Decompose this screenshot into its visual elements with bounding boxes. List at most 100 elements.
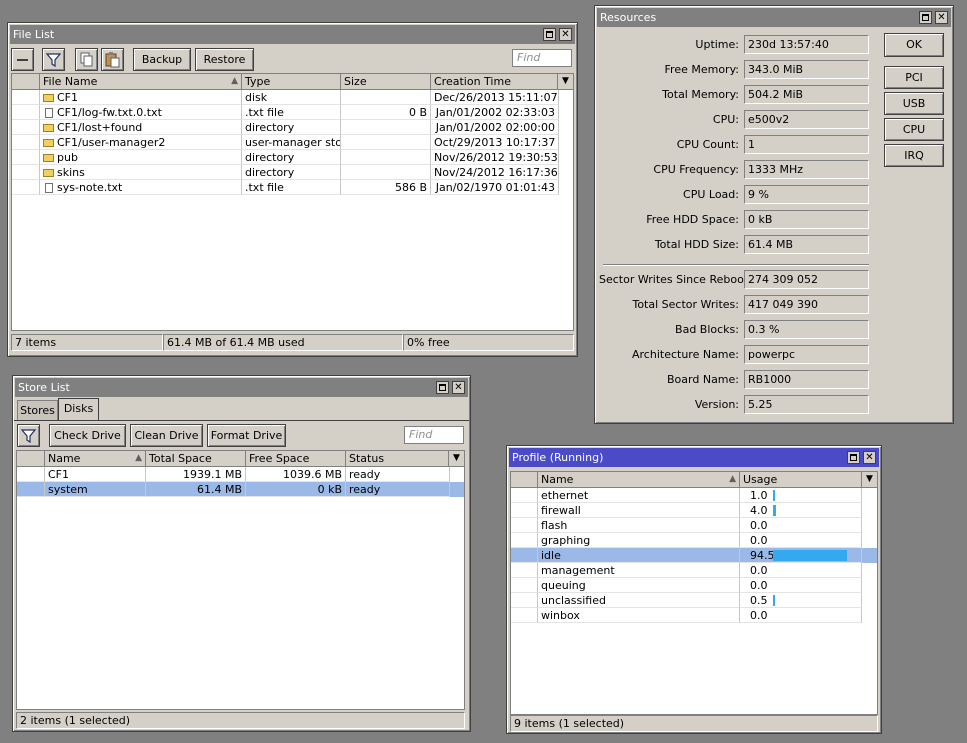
cell-type: user-manager store [242, 135, 341, 150]
cell-usage: 0.0 [740, 518, 862, 533]
remove-button[interactable] [11, 48, 34, 71]
file-list-titlebar[interactable]: File List ✕ [10, 25, 575, 44]
file-icon [45, 183, 53, 193]
close-button[interactable]: ✕ [559, 28, 572, 41]
close-icon: ✕ [454, 382, 463, 393]
cell-name: CF1 [40, 90, 242, 105]
copy-button[interactable] [75, 48, 98, 71]
table-row[interactable]: CF1/user-manager2 user-manager store Oct/2… [12, 135, 573, 150]
table-row[interactable]: firewall 4.0 [511, 503, 877, 518]
file-find-input[interactable]: Find [512, 49, 572, 67]
resource-value: 230d 13:57:40 [744, 35, 869, 54]
file-name: CF1/user-manager2 [57, 136, 166, 149]
column-header-size[interactable]: Size [341, 74, 431, 90]
cell-sel [511, 548, 538, 563]
column-header-status[interactable]: Status [346, 451, 450, 467]
tab-stores[interactable]: Stores [17, 400, 58, 421]
profile-titlebar[interactable]: Profile (Running) ✕ [509, 448, 879, 467]
usage-bar [773, 550, 847, 561]
backup-button[interactable]: Backup [133, 48, 191, 71]
column-header-name[interactable]: Name ▲ [538, 472, 740, 488]
filter-button[interactable] [42, 48, 65, 71]
file-name: CF1 [57, 91, 79, 104]
store-find-input[interactable]: Find [404, 426, 464, 444]
resource-value: 5.25 [744, 395, 869, 414]
table-row[interactable]: system 61.4 MB 0 kB ready [17, 482, 464, 497]
close-button[interactable]: ✕ [863, 451, 876, 464]
column-header-type[interactable]: Type [242, 74, 341, 90]
table-row[interactable]: CF1 1939.1 MB 1039.6 MB ready [17, 467, 464, 482]
filter-icon [45, 53, 62, 68]
cell-name: CF1 [45, 467, 146, 482]
pci-button[interactable]: PCI [884, 66, 944, 89]
column-header-creation-time[interactable]: Creation Time [431, 74, 559, 90]
maximize-button[interactable] [543, 28, 556, 41]
table-row[interactable]: skins directory Nov/24/2012 16:17:36 [12, 165, 573, 180]
maximize-button[interactable] [436, 381, 449, 394]
cell-time: Nov/24/2012 16:17:36 [431, 165, 559, 180]
column-header-free-space[interactable]: Free Space [246, 451, 346, 467]
table-row[interactable]: CF1 disk Dec/26/2013 15:11:07 [12, 90, 573, 105]
table-row[interactable]: management 0.0 [511, 563, 877, 578]
ok-button[interactable]: OK [884, 33, 944, 57]
table-row[interactable]: winbox 0.0 [511, 608, 877, 623]
cell-size: 586 B [341, 180, 431, 195]
resources-title: Resources [600, 11, 657, 24]
folder-icon [43, 169, 54, 177]
close-icon: ✕ [561, 29, 570, 40]
cell-name: CF1/user-manager2 [40, 135, 242, 150]
resource-value: 343.0 MiB [744, 60, 869, 79]
usb-button[interactable]: USB [884, 92, 944, 115]
column-menu-button[interactable]: ▼ [861, 472, 877, 488]
cell-sel [12, 180, 40, 195]
store-filter-button[interactable] [17, 424, 40, 447]
column-menu-button[interactable]: ▼ [557, 74, 573, 90]
file-status-items: 7 items [11, 334, 163, 351]
table-row[interactable]: ethernet 1.0 [511, 488, 877, 503]
close-button[interactable]: ✕ [452, 381, 465, 394]
usage-value: 0.0 [750, 609, 768, 622]
table-row[interactable]: unclassified 0.5 [511, 593, 877, 608]
cell-time: Jan/01/2002 02:33:03 [431, 105, 559, 120]
column-menu-button[interactable]: ▼ [448, 451, 464, 467]
resources-titlebar[interactable]: Resources ✕ [597, 8, 951, 27]
resource-label: Version: [694, 398, 739, 411]
maximize-button[interactable] [847, 451, 860, 464]
file-list-title: File List [13, 28, 55, 41]
cell-name: CF1/lost+found [40, 120, 242, 135]
resource-value: 417 049 390 [744, 295, 869, 314]
cpu-button[interactable]: CPU [884, 118, 944, 141]
table-row[interactable]: graphing 0.0 [511, 533, 877, 548]
resource-label: Board Name: [667, 373, 739, 386]
chevron-down-icon: ▼ [866, 474, 873, 484]
cell-size: 0 B [341, 105, 431, 120]
column-header-file-name[interactable]: File Name ▲ [40, 74, 242, 90]
paste-button[interactable] [101, 48, 124, 71]
file-status-free: 0% free [403, 334, 574, 351]
format-drive-button[interactable]: Format Drive [207, 424, 286, 447]
check-drive-button[interactable]: Check Drive [49, 424, 126, 447]
column-header-usage[interactable]: Usage [740, 472, 862, 488]
close-button[interactable]: ✕ [935, 11, 948, 24]
table-row[interactable]: CF1/lost+found directory Jan/01/2002 02:00… [12, 120, 573, 135]
table-row[interactable]: CF1/log-fw.txt.0.txt .txt file 0 B Jan/01/2… [12, 105, 573, 120]
folder-icon [43, 94, 54, 102]
irq-button[interactable]: IRQ [884, 144, 944, 167]
table-row[interactable]: sys-note.txt .txt file 586 B Jan/02/1970 01… [12, 180, 573, 195]
store-list-titlebar[interactable]: Store List ✕ [15, 378, 468, 397]
maximize-icon [850, 454, 857, 461]
column-header-name[interactable]: Name ▲ [45, 451, 146, 467]
clean-drive-button[interactable]: Clean Drive [130, 424, 203, 447]
tab-disks[interactable]: Disks [58, 398, 99, 421]
resource-value: 61.4 MB [744, 235, 869, 254]
table-row[interactable]: flash 0.0 [511, 518, 877, 533]
row-select-header [12, 74, 40, 90]
column-header-total-space[interactable]: Total Space [146, 451, 246, 467]
restore-button[interactable]: Restore [195, 48, 254, 71]
table-row[interactable]: idle 94.5 [511, 548, 877, 563]
table-row[interactable]: pub directory Nov/26/2012 19:30:53 [12, 150, 573, 165]
usage-value: 0.5 [750, 594, 768, 607]
maximize-button[interactable] [919, 11, 932, 24]
table-row[interactable]: queuing 0.0 [511, 578, 877, 593]
store-status: 2 items (1 selected) [16, 712, 465, 729]
